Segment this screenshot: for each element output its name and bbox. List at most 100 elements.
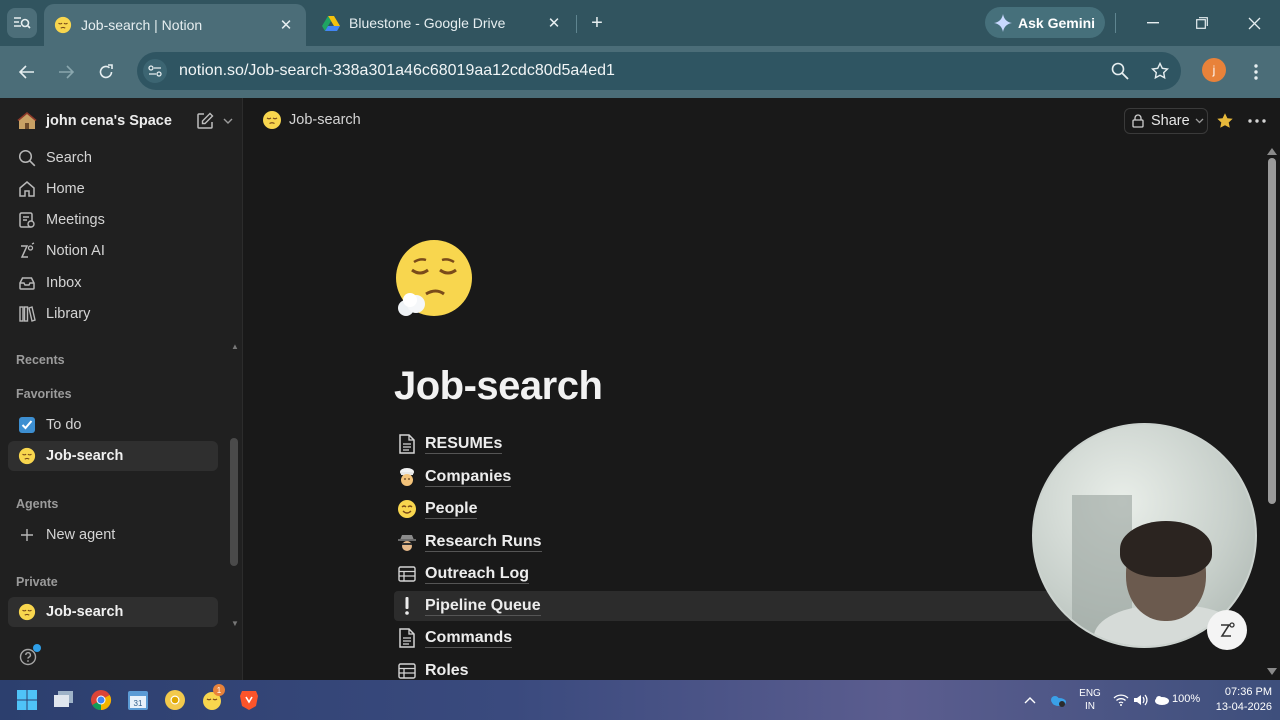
chrome-icon[interactable] [89, 688, 113, 712]
back-icon[interactable] [13, 58, 41, 86]
url-text[interactable]: notion.so/Job-search-338a301a46c68019aa1… [179, 62, 1111, 80]
browser-tab-strip: Job-search | Notion ✕ Bluestone - Google… [0, 0, 1280, 46]
minimize-icon[interactable] [1140, 10, 1166, 36]
chevron-down-icon[interactable] [220, 113, 236, 129]
sidebar-item-notion-ai[interactable]: Notion AI [8, 236, 218, 266]
sidebar-scroll-down-icon[interactable]: ▼ [231, 619, 239, 628]
search-icon [16, 147, 38, 169]
close-tab-icon[interactable]: ✕ [274, 13, 298, 37]
page-link-companies[interactable]: Companies [394, 462, 1084, 492]
checkbox-icon [16, 414, 38, 436]
page-link-label: People [425, 500, 478, 519]
table-icon [396, 563, 418, 585]
windows-start-icon[interactable] [15, 688, 39, 712]
address-bar[interactable]: notion.so/Job-search-338a301a46c68019aa1… [137, 52, 1181, 90]
onedrive-icon[interactable] [1049, 680, 1067, 720]
calendar-app-icon[interactable]: 31 [126, 688, 150, 712]
volume-icon[interactable] [1133, 680, 1149, 720]
site-info-icon[interactable] [143, 59, 167, 83]
sidebar-item-label: Meetings [46, 212, 105, 228]
new-tab-icon[interactable]: + [585, 11, 609, 35]
new-page-icon[interactable] [194, 110, 216, 132]
sidebar-item-home[interactable]: Home [8, 174, 218, 204]
tab-search-button[interactable] [7, 8, 37, 38]
page-link-commands[interactable]: Commands [394, 623, 1084, 653]
page-emoji-icon[interactable] [392, 238, 476, 322]
page-link-outreach-log[interactable]: Outreach Log [394, 559, 1084, 589]
section-agents[interactable]: Agents [16, 497, 58, 511]
page-link-research-runs[interactable]: Research Runs [394, 527, 1084, 557]
notion-app-icon[interactable]: 1 [200, 684, 225, 712]
sidebar-item-inbox[interactable]: Inbox [8, 268, 218, 298]
chrome-canary-icon[interactable] [163, 688, 187, 712]
smiling-face-icon [396, 498, 418, 520]
page-topbar: Job-search Share [244, 98, 1280, 144]
tab-google-drive[interactable]: Bluestone - Google Drive ✕ [312, 0, 574, 46]
tab-notion-job-search[interactable]: Job-search | Notion ✕ [44, 4, 306, 46]
profile-avatar[interactable]: j [1202, 58, 1226, 82]
sidebar-item-job-search-favorite[interactable]: Job-search [8, 441, 218, 471]
restore-icon[interactable] [1189, 10, 1215, 36]
page-link-pipeline-queue[interactable]: Pipeline Queue [394, 591, 1084, 621]
brave-browser-icon[interactable] [237, 688, 261, 712]
forward-icon[interactable] [52, 58, 80, 86]
scroll-down-icon[interactable] [1266, 666, 1278, 676]
chef-emoji-icon [396, 466, 418, 488]
help-icon[interactable] [17, 644, 41, 668]
notification-badge: 1 [213, 684, 225, 696]
show-hidden-icons[interactable] [1024, 680, 1036, 720]
library-icon [16, 303, 38, 325]
workspace-switcher[interactable]: john cena's Space [16, 108, 236, 134]
sleepy-face-icon [16, 445, 38, 467]
clock-time: 07:36 PM [1224, 686, 1272, 698]
ask-gemini-button[interactable]: Ask Gemini [985, 7, 1105, 38]
browser-menu-icon[interactable] [1244, 58, 1268, 86]
document-icon [396, 433, 418, 455]
notion-ai-face-button[interactable] [1207, 610, 1247, 650]
page-link-label: RESUMEs [425, 435, 503, 454]
sidebar: john cena's Space Search Home Meetings N… [0, 98, 243, 680]
section-private[interactable]: Private [16, 575, 58, 589]
tab-search-icon [13, 14, 31, 32]
sidebar-item-to-do[interactable]: To do [8, 410, 218, 440]
sidebar-item-label: To do [46, 417, 82, 433]
page-link-people[interactable]: People [394, 494, 1084, 524]
breadcrumb-label: Job-search [289, 112, 361, 128]
more-options-icon[interactable] [1244, 110, 1270, 132]
home-icon [16, 178, 38, 200]
section-favorites[interactable]: Favorites [16, 387, 72, 401]
sidebar-item-label: Home [46, 181, 85, 197]
breadcrumb[interactable]: Job-search [262, 110, 361, 130]
section-recents[interactable]: Recents [16, 353, 65, 367]
sidebar-item-label: Search [46, 150, 92, 166]
sidebar-scroll-up-icon[interactable]: ▲ [231, 342, 239, 351]
sidebar-item-meetings[interactable]: Meetings [8, 205, 218, 235]
page-title[interactable]: Job-search [394, 364, 603, 409]
task-view-icon[interactable] [52, 688, 76, 712]
battery-cloud-icon[interactable] [1153, 680, 1171, 720]
sidebar-item-label: New agent [46, 527, 116, 543]
close-window-icon[interactable] [1241, 10, 1267, 36]
sidebar-item-library[interactable]: Library [8, 299, 218, 329]
language-indicator[interactable]: ENG IN [1078, 687, 1102, 713]
reload-icon[interactable] [92, 58, 120, 86]
sidebar-item-search[interactable]: Search [8, 143, 218, 173]
sidebar-item-label: Notion AI [46, 243, 105, 259]
share-button[interactable]: Share [1124, 108, 1208, 134]
bookmark-star-icon[interactable] [1151, 62, 1169, 80]
sidebar-item-job-search-private[interactable]: Job-search [8, 597, 218, 627]
sidebar-item-new-agent[interactable]: New agent [8, 520, 218, 550]
page-scrollbar[interactable] [1268, 158, 1276, 504]
table-icon [396, 660, 418, 682]
tab-separator [576, 15, 577, 33]
system-clock[interactable]: 07:36 PM 13-04-2026 [1206, 685, 1272, 715]
wifi-icon[interactable] [1113, 680, 1129, 720]
favorite-star-icon[interactable] [1214, 110, 1236, 132]
zoom-search-icon[interactable] [1111, 62, 1129, 80]
page-link-label: Commands [425, 629, 513, 648]
close-tab-icon[interactable]: ✕ [542, 11, 566, 35]
sidebar-item-label: Inbox [46, 275, 82, 291]
sidebar-scrollbar[interactable] [230, 438, 238, 566]
scroll-up-icon[interactable] [1266, 146, 1278, 156]
page-link-resumes[interactable]: RESUMEs [394, 429, 1084, 459]
